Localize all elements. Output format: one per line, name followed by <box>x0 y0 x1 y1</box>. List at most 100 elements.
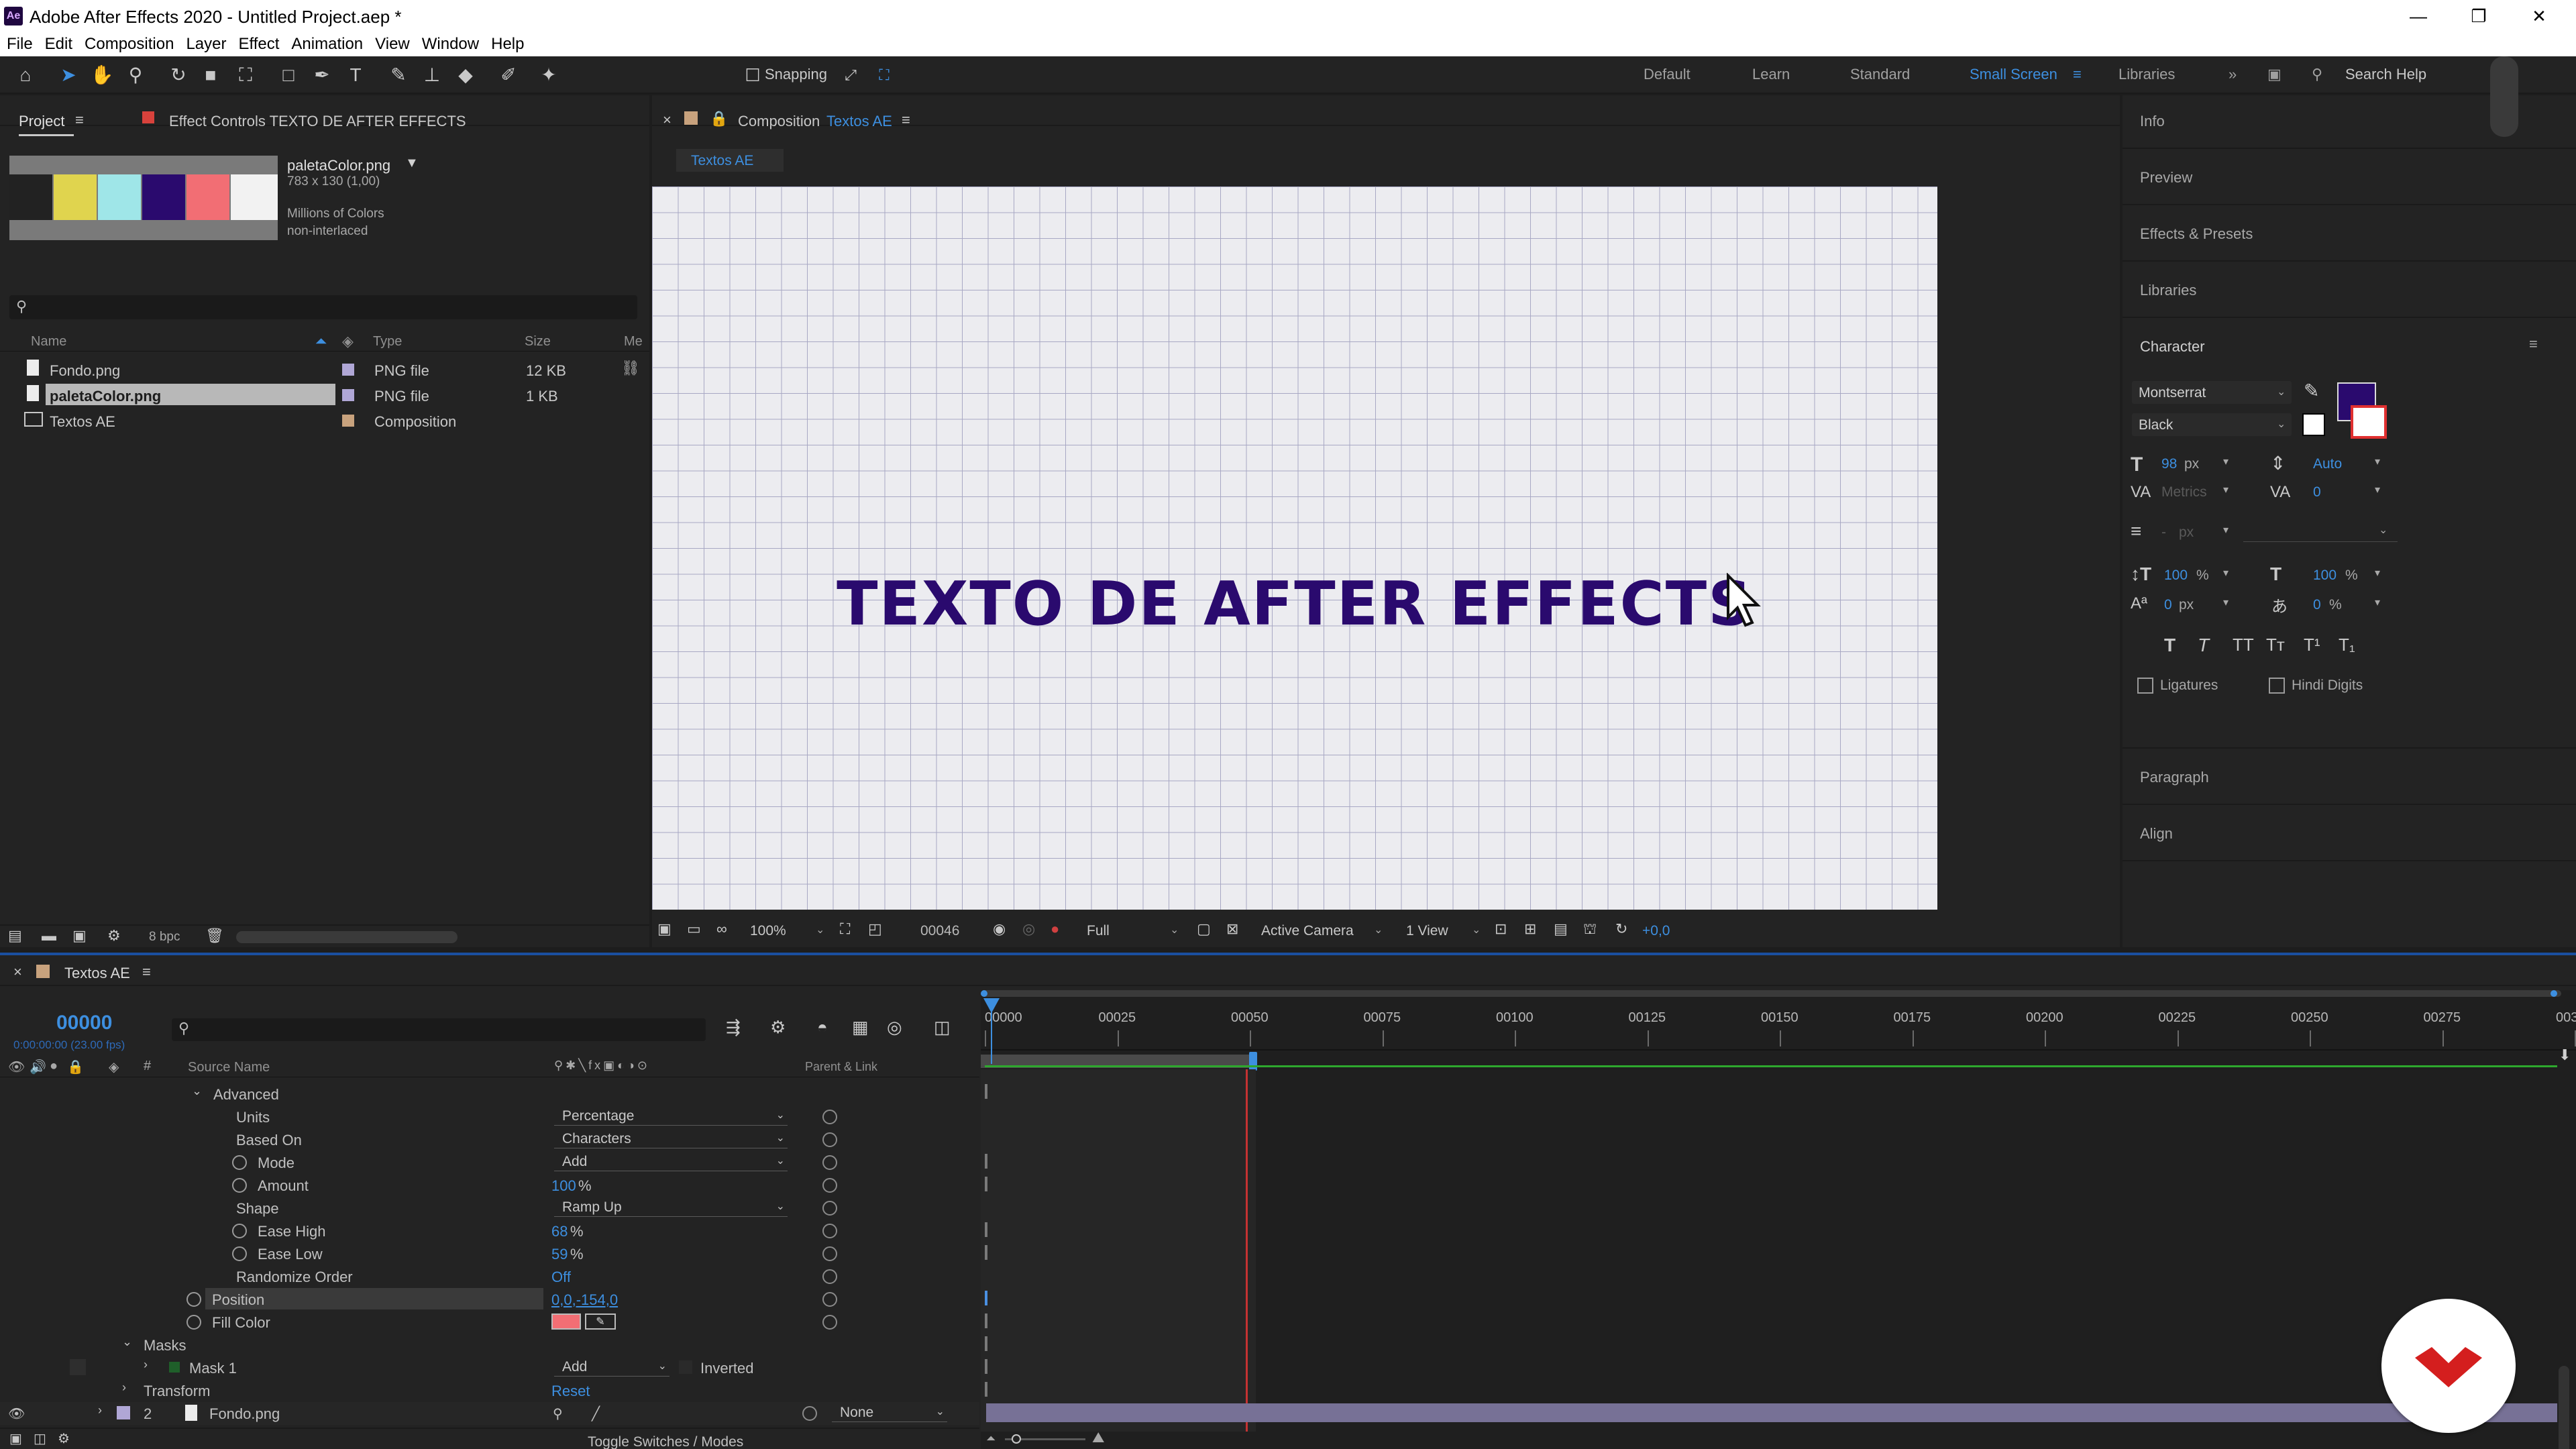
fast-previews-icon[interactable]: ⊞ <box>1524 920 1536 938</box>
menu-file[interactable]: File <box>7 35 33 54</box>
current-timecode[interactable]: 00000 <box>56 1012 112 1034</box>
layer-2-row[interactable]: 👁 › 2 Fondo.png ⚲ ╱ None ⌄ <box>0 1402 979 1425</box>
leading-value[interactable]: Auto <box>2313 456 2342 472</box>
workspace-menu-icon[interactable]: ≡ <box>2073 66 2082 83</box>
preview-screen-icon[interactable]: ▭ <box>687 920 701 938</box>
rectangle-tool-icon[interactable]: □ <box>276 63 301 87</box>
reset-exposure-icon[interactable]: ↻ <box>1615 920 1627 938</box>
pick-whip-icon[interactable] <box>822 1155 837 1170</box>
zoom-level[interactable]: 100% <box>750 923 786 939</box>
keyframe-marker[interactable] <box>985 1291 987 1305</box>
close-tab-icon[interactable]: × <box>663 111 672 129</box>
effects-presets-panel[interactable]: Effects & Presets <box>2123 207 2576 262</box>
eyedropper-icon[interactable]: ✎ <box>2304 380 2319 402</box>
vertical-scale-value[interactable]: 100 <box>2164 568 2188 584</box>
region-of-interest-icon[interactable]: ▢ <box>1197 920 1211 938</box>
snap-grid-icon[interactable]: ⛶ <box>872 63 896 87</box>
keyframe-marker[interactable] <box>985 1222 987 1237</box>
ease-high-value[interactable]: 68 <box>551 1223 568 1240</box>
col-parent-link[interactable]: Parent & Link <box>805 1060 877 1074</box>
rotate-tool-icon[interactable]: ↻ <box>166 63 191 87</box>
delete-icon[interactable]: 🗑 <box>205 927 224 945</box>
horizontal-scrollbar[interactable] <box>236 931 458 943</box>
3d-glasses-icon[interactable]: ∞ <box>716 920 727 938</box>
show-snapshot-icon[interactable]: ◎ <box>1022 920 1035 938</box>
stopwatch-icon[interactable] <box>232 1178 247 1193</box>
align-panel[interactable]: Align <box>2123 806 2576 861</box>
chevron-right-icon[interactable]: › <box>144 1358 148 1372</box>
av-features-icon[interactable]: 👁 <box>8 1059 25 1075</box>
stopwatch-icon[interactable] <box>186 1315 201 1330</box>
mask-mode-select[interactable]: Add ⌄ <box>554 1358 669 1377</box>
kerning-value[interactable]: Metrics <box>2161 484 2207 500</box>
stopwatch-icon[interactable] <box>232 1246 247 1261</box>
chevron-right-icon[interactable]: › <box>122 1381 126 1395</box>
prop-units[interactable]: Units Percentage ⌄ <box>0 1106 979 1128</box>
pick-whip-icon[interactable] <box>822 1132 837 1147</box>
quality-switch-icon[interactable]: ╱ <box>592 1405 600 1422</box>
timeline-vertical-scrollbar[interactable] <box>2559 1366 2569 1449</box>
keyframe-marker[interactable] <box>985 1336 987 1351</box>
channel-icon[interactable]: ● <box>1051 920 1059 938</box>
snapping-checkbox[interactable]: ☐ <box>741 63 765 87</box>
col-size[interactable]: Size <box>525 334 551 350</box>
stopwatch-icon[interactable] <box>186 1292 201 1307</box>
chevron-down-icon[interactable]: ▾ <box>2223 455 2229 468</box>
restore-button[interactable]: ❐ <box>2449 3 2509 30</box>
tsume-value[interactable]: 0 <box>2313 597 2321 613</box>
pick-whip-icon[interactable] <box>822 1224 837 1238</box>
camera-tool-icon[interactable]: ■ <box>199 63 223 87</box>
pick-whip-icon[interactable] <box>822 1269 837 1284</box>
font-family-select[interactable]: Montserrat ⌄ <box>2132 381 2292 404</box>
clone-stamp-tool-icon[interactable]: ⊥ <box>420 63 444 87</box>
prop-masks[interactable]: ⌄ Masks <box>0 1334 979 1356</box>
comp-mini-flowchart-icon[interactable]: ⇶ <box>726 1017 741 1038</box>
bit-depth[interactable]: 8 bpc <box>149 930 180 945</box>
motion-blur-icon[interactable]: ◎ <box>887 1017 902 1038</box>
keyframe-marker[interactable] <box>985 1154 987 1169</box>
paragraph-panel[interactable]: Paragraph <box>2123 750 2576 805</box>
navigator-end-handle[interactable] <box>2551 990 2557 997</box>
prop-ease-low[interactable]: Ease Low 59 % <box>0 1242 979 1265</box>
toggle-switches-modes[interactable]: Toggle Switches / Modes <box>588 1434 743 1449</box>
prop-mask-1[interactable]: › Mask 1 Add ⌄ Inverted <box>0 1356 979 1379</box>
workspace-libraries[interactable]: Libraries <box>2118 66 2175 83</box>
stopwatch-icon[interactable] <box>232 1155 247 1170</box>
prop-advanced[interactable]: ⌄ Advanced <box>0 1083 979 1106</box>
zoom-out-icon[interactable]: ⏶ <box>986 1432 996 1446</box>
work-area-end-handle[interactable] <box>1249 1052 1257 1071</box>
flowchart-icon[interactable]: ⛫ <box>1583 920 1597 940</box>
solo-icon[interactable]: ● <box>50 1059 58 1074</box>
menu-layer[interactable]: Layer <box>186 35 226 54</box>
libraries-panel[interactable]: Libraries <box>2123 263 2576 318</box>
shape-select[interactable]: Ramp Up ⌄ <box>554 1198 788 1217</box>
eyedropper-icon[interactable]: ✎ <box>585 1313 616 1330</box>
prop-mode[interactable]: Mode Add ⌄ <box>0 1151 979 1174</box>
zoom-tool-icon[interactable]: ⚲ <box>123 63 148 87</box>
subscript-button[interactable]: T₁ <box>2339 635 2355 655</box>
prop-shape[interactable]: Shape Ramp Up ⌄ <box>0 1197 979 1220</box>
roto-brush-tool-icon[interactable]: ✐ <box>496 63 521 87</box>
tracking-value[interactable]: 0 <box>2313 484 2321 500</box>
project-item-fondo[interactable]: Fondo.png PNG file 12 KB ⛓ <box>0 357 644 382</box>
pick-whip-icon[interactable] <box>822 1178 837 1193</box>
tab-effect-controls[interactable]: Effect Controls TEXTO DE AFTER EFFECTS <box>169 113 466 130</box>
preview-panel[interactable]: Preview <box>2123 150 2576 205</box>
project-item-paleta[interactable]: paletaColor.png PNG file 1 KB <box>0 382 644 408</box>
graph-editor-icon[interactable]: ◫ <box>934 1017 951 1038</box>
ease-low-value[interactable]: 59 <box>551 1246 568 1263</box>
puppet-tool-icon[interactable]: ✦ <box>537 63 561 87</box>
chevron-down-icon[interactable]: ⌄ <box>1374 923 1383 936</box>
views-select[interactable]: 1 View <box>1406 923 1448 939</box>
fill-color-swatch[interactable] <box>551 1313 581 1330</box>
small-caps-button[interactable]: Tт <box>2266 635 2285 655</box>
eraser-tool-icon[interactable]: ◆ <box>453 63 478 87</box>
lock-icon[interactable]: 🔒 <box>710 110 728 127</box>
vertical-scrollbar[interactable] <box>2490 56 2518 137</box>
keyframe-marker[interactable] <box>985 1084 987 1099</box>
menu-view[interactable]: View <box>375 35 410 54</box>
zoom-slider-thumb[interactable] <box>1012 1434 1021 1444</box>
faux-bold-button[interactable]: T <box>2164 635 2176 656</box>
home-icon[interactable]: ⌂ <box>13 63 38 87</box>
filename-dropdown-icon[interactable]: ▼ <box>405 156 419 171</box>
